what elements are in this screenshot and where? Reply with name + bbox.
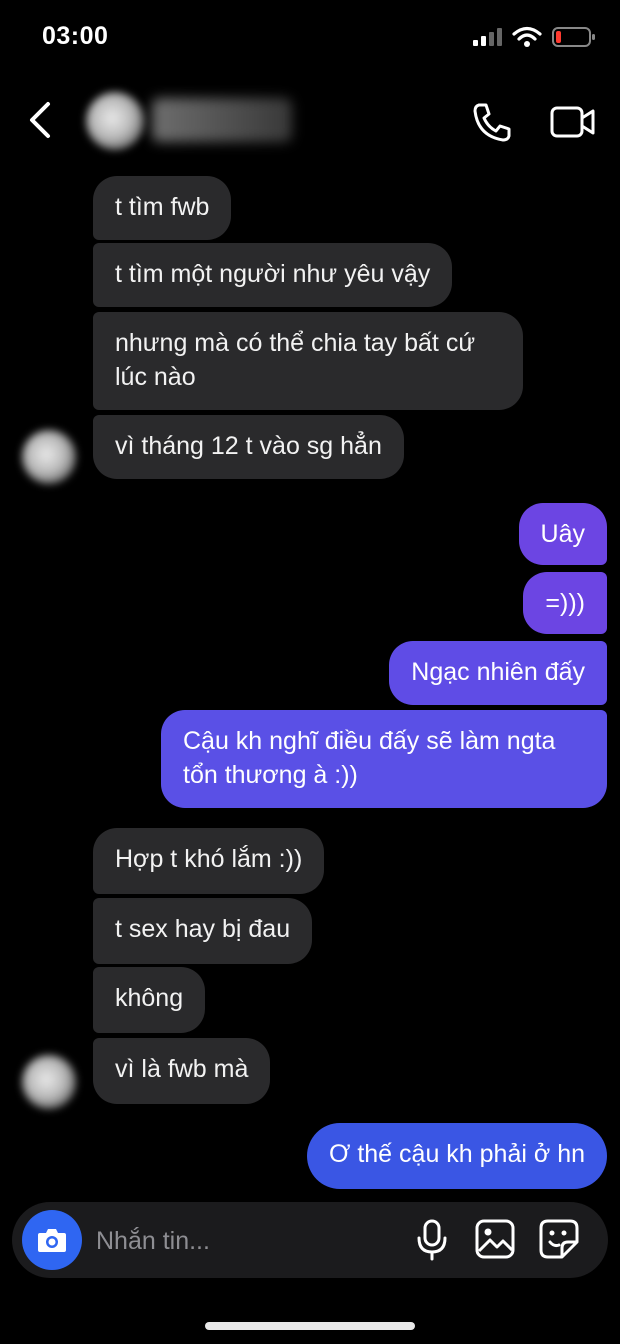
camera-icon: [38, 1229, 66, 1252]
message-incoming[interactable]: vì là fwb mà: [93, 1038, 271, 1104]
chat-header: [0, 80, 620, 164]
message-outgoing[interactable]: Ơ thế cậu kh phải ở hn: [306, 1123, 607, 1189]
contact-avatar-small[interactable]: [22, 1055, 76, 1109]
message-outgoing[interactable]: =))): [523, 572, 607, 634]
message-incoming[interactable]: t tìm fwb: [93, 176, 232, 240]
video-camera-icon[interactable]: [548, 100, 598, 144]
contact-avatar[interactable]: [86, 92, 144, 150]
message-outgoing[interactable]: Uây: [518, 503, 607, 565]
message-incoming[interactable]: vì tháng 12 t vào sg hẳn: [93, 415, 404, 479]
status-bar: 03:00: [0, 0, 620, 80]
message-incoming[interactable]: Hợp t khó lắm :)): [93, 828, 325, 894]
message-incoming[interactable]: t tìm một người như yêu vậy: [93, 243, 453, 307]
contact-name[interactable]: [152, 98, 292, 142]
contact-avatar-small[interactable]: [22, 430, 76, 484]
camera-button[interactable]: [22, 1210, 82, 1270]
chevron-left-icon[interactable]: [22, 98, 62, 142]
message-incoming[interactable]: không: [93, 967, 206, 1033]
battery-icon: [552, 27, 595, 47]
message-incoming[interactable]: nhưng mà có thể chia tay bất cứ lúc nào: [93, 312, 523, 410]
microphone-icon[interactable]: [414, 1218, 450, 1262]
image-icon[interactable]: [474, 1218, 516, 1260]
sticker-icon[interactable]: [538, 1218, 580, 1260]
signal-icon: [473, 28, 502, 46]
message-outgoing[interactable]: Cậu kh nghĩ điều đấy sẽ làm ngta tổn thư…: [161, 710, 607, 808]
message-composer: [12, 1202, 608, 1278]
status-time: 03:00: [42, 22, 109, 50]
status-icons: [472, 26, 596, 48]
wifi-icon: [512, 26, 542, 47]
message-input[interactable]: [94, 1220, 358, 1262]
message-outgoing[interactable]: Ngạc nhiên đấy: [389, 641, 607, 705]
home-indicator[interactable]: [205, 1322, 415, 1330]
message-incoming[interactable]: t sex hay bị đau: [93, 898, 313, 964]
phone-icon[interactable]: [470, 100, 514, 144]
